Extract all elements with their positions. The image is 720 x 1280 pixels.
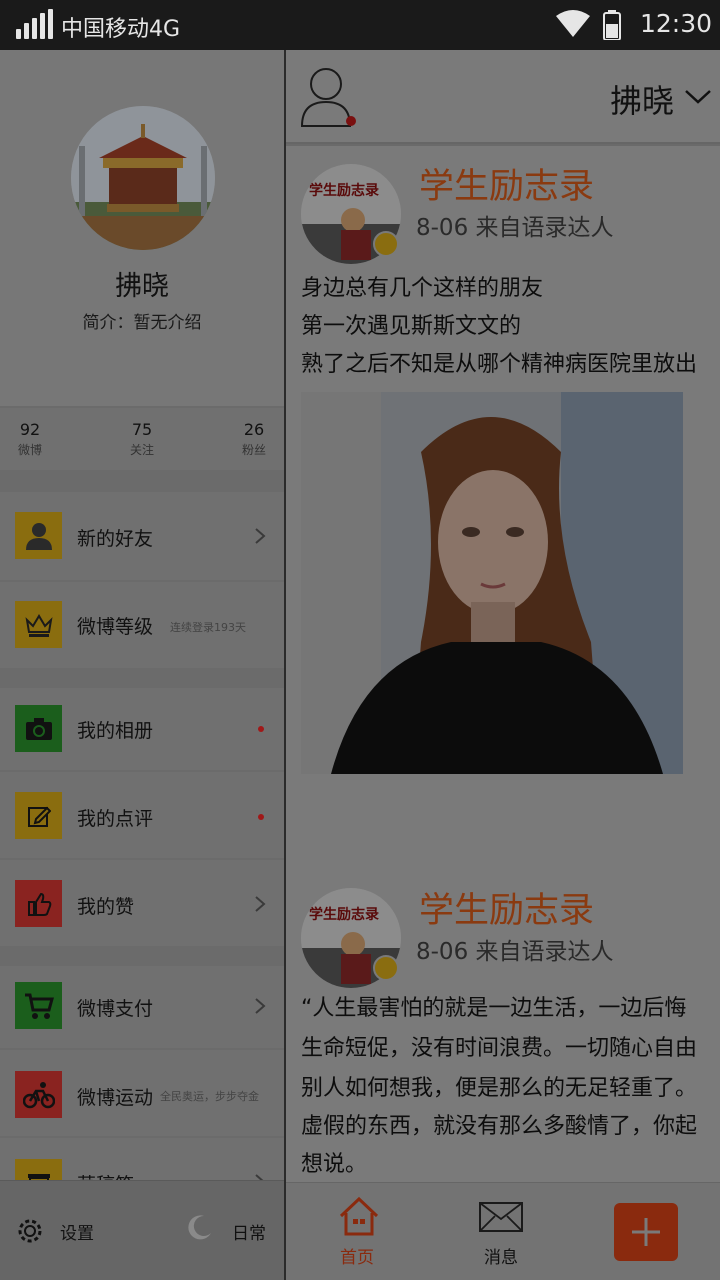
avatar-caption: 学生励志录 bbox=[309, 907, 379, 923]
tab-label: 首页 bbox=[340, 1248, 374, 1268]
status-bar: 中国移动4G 12:30 bbox=[0, 0, 720, 50]
feed-post[interactable]: 学生励志录 学生励志录 8-06 来自语录达人 身边总有几个这样的朋友 第一次遇… bbox=[286, 146, 720, 946]
menu-label: 微博等级 bbox=[77, 616, 154, 638]
drafts-icon bbox=[15, 1159, 62, 1180]
carrier-label: 中国移动4G bbox=[61, 17, 181, 42]
chevron-right-icon bbox=[255, 998, 266, 1014]
wifi-icon bbox=[556, 10, 590, 37]
post-image[interactable] bbox=[301, 392, 683, 774]
crown-icon bbox=[15, 601, 62, 648]
profile-stats: 92 微博 75 关注 26 粉丝 bbox=[0, 408, 284, 470]
post-text-line: 想说。 bbox=[301, 1152, 368, 1177]
post-text-line: 第一次遇见斯斯文文的 bbox=[301, 314, 522, 339]
carousel-photo bbox=[71, 106, 215, 250]
chevron-right-icon bbox=[255, 528, 266, 544]
post-text-line: 别人如何想我，便是那么的无足轻重了。 bbox=[301, 1076, 698, 1101]
menu-item-reviews[interactable]: 我的点评 bbox=[0, 772, 284, 858]
cart-icon bbox=[15, 982, 62, 1029]
post-author-name[interactable]: 学生励志录 bbox=[419, 158, 594, 209]
unread-dot bbox=[258, 726, 264, 732]
profile-name: 拂晓 bbox=[115, 271, 169, 302]
thumb-up-icon bbox=[15, 880, 62, 927]
menu-label: 微博支付 bbox=[77, 998, 154, 1020]
menu-label: 我的点评 bbox=[77, 808, 154, 830]
menu-label: 新的好友 bbox=[77, 528, 154, 550]
post-text-line: 身边总有几个这样的朋友 bbox=[301, 276, 544, 301]
menu-item-drafts[interactable]: 草稿箱 bbox=[0, 1138, 284, 1180]
user-avatar-button[interactable] bbox=[300, 64, 360, 130]
menu-item-likes[interactable]: 我的赞 bbox=[0, 860, 284, 946]
mode-label: 日常 bbox=[232, 1224, 266, 1244]
header-title: 拂晓 bbox=[610, 82, 675, 120]
side-drawer: 拂晓 简介：暂无介绍 92 微博 75 关注 26 粉丝 新的好友 微博等级 连… bbox=[0, 50, 284, 1280]
night-mode-toggle[interactable]: 日常 bbox=[184, 1211, 274, 1247]
stat-value: 92 bbox=[19, 420, 41, 439]
chevron-right-icon bbox=[255, 896, 266, 912]
signal-icon bbox=[16, 9, 53, 39]
stat-value: 75 bbox=[131, 420, 153, 439]
post-text-line: “人生最害怕的就是一边生活，一边后悔 bbox=[301, 996, 687, 1021]
stat-label: 微博 bbox=[17, 443, 42, 457]
menu-item-new-friends[interactable]: 新的好友 bbox=[0, 492, 284, 580]
home-icon bbox=[339, 1196, 379, 1236]
post-author-name[interactable]: 学生励志录 bbox=[419, 882, 594, 933]
menu-item-pay[interactable]: 微博支付 bbox=[0, 966, 284, 1048]
feed-post[interactable]: 学生励志录 学生励志录 8-06 来自语录达人 “人生最害怕的就是一边生活，一边… bbox=[286, 870, 720, 1182]
clock: 12:30 bbox=[640, 9, 713, 38]
settings-label: 设置 bbox=[60, 1224, 94, 1244]
menu-sublabel: 全民奥运，步步夺金 bbox=[160, 1090, 259, 1103]
account-switcher[interactable]: 拂晓 bbox=[606, 72, 720, 122]
person-icon bbox=[15, 512, 62, 559]
notification-dot bbox=[346, 116, 356, 126]
menu-label: 我的相册 bbox=[77, 720, 154, 742]
stat-following[interactable]: 75 关注 bbox=[112, 420, 172, 458]
post-text-line: 虚假的东西，就没有那么多酸情了，你起 bbox=[301, 1114, 698, 1139]
menu-sublabel: 连续登录193天 bbox=[170, 621, 246, 634]
bottom-tab-bar: 首页 消息 bbox=[286, 1182, 720, 1280]
plus-icon bbox=[632, 1218, 660, 1246]
menu-item-album[interactable]: 我的相册 bbox=[0, 688, 284, 770]
stat-value: 26 bbox=[243, 420, 265, 439]
tab-messages[interactable]: 消息 bbox=[468, 1193, 534, 1273]
menu-label: 我的赞 bbox=[77, 896, 135, 918]
verified-badge-icon bbox=[373, 231, 399, 257]
avatar-caption: 学生励志录 bbox=[309, 183, 379, 199]
drawer-footer: 设置 日常 bbox=[0, 1180, 284, 1280]
stat-label: 粉丝 bbox=[241, 443, 266, 457]
verified-badge-icon bbox=[373, 955, 399, 981]
post-meta: 8-06 来自语录达人 bbox=[416, 215, 614, 241]
camera-icon bbox=[15, 705, 62, 752]
stat-weibo[interactable]: 92 微博 bbox=[0, 420, 60, 458]
moon-icon bbox=[188, 1215, 211, 1240]
top-bar: 拂晓 bbox=[286, 50, 720, 144]
stat-label: 关注 bbox=[129, 443, 154, 457]
post-text-line: 生命短促，没有时间浪费。一切随心自由 bbox=[301, 1036, 698, 1061]
stat-followers[interactable]: 26 粉丝 bbox=[224, 420, 284, 458]
battery-icon bbox=[603, 10, 621, 40]
compose-button[interactable] bbox=[614, 1203, 678, 1261]
bicycle-icon bbox=[15, 1071, 62, 1118]
post-meta: 8-06 来自语录达人 bbox=[416, 939, 614, 965]
unread-dot bbox=[258, 814, 264, 820]
tab-home[interactable]: 首页 bbox=[326, 1193, 390, 1273]
tab-label: 消息 bbox=[484, 1248, 518, 1268]
chevron-right-icon bbox=[255, 1174, 264, 1180]
profile-bio: 简介：暂无介绍 bbox=[82, 313, 202, 333]
profile-header: 拂晓 简介：暂无介绍 bbox=[0, 50, 284, 406]
profile-avatar[interactable] bbox=[71, 106, 215, 250]
menu-item-level[interactable]: 微博等级 连续登录193天 bbox=[0, 582, 284, 668]
main-feed: 拂晓 学生励志录 学生励志录 8-06 来自语录达人 身边总有几个这样的朋友 第… bbox=[286, 50, 720, 1280]
menu-label: 草稿箱 bbox=[77, 1170, 134, 1180]
edit-icon bbox=[15, 792, 62, 839]
menu-label: 微博运动 bbox=[77, 1087, 154, 1109]
settings-button[interactable]: 设置 bbox=[16, 1215, 126, 1247]
chevron-down-icon bbox=[685, 90, 711, 104]
gear-icon bbox=[18, 1219, 42, 1243]
mail-icon bbox=[479, 1202, 523, 1232]
portrait-photo bbox=[301, 392, 683, 774]
post-text-line: 熟了之后不知是从哪个精神病医院里放出 bbox=[301, 352, 698, 377]
menu-item-sports[interactable]: 微博运动 全民奥运，步步夺金 bbox=[0, 1050, 284, 1136]
